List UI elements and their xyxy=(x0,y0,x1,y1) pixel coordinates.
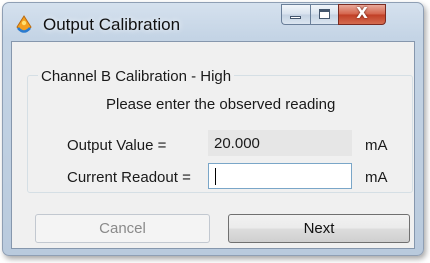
close-icon: X xyxy=(356,4,368,22)
minimize-icon xyxy=(290,16,301,19)
calibration-app-icon xyxy=(16,15,32,33)
title-bar[interactable]: Output Calibration X xyxy=(3,3,423,41)
output-value-unit: mA xyxy=(365,137,388,154)
group-title: Channel B Calibration - High xyxy=(38,68,235,85)
calibration-dialog-window: Output Calibration X Channel B Calibrati… xyxy=(2,2,424,256)
current-readout-unit: mA xyxy=(365,169,388,186)
dialog-content: Channel B Calibration - High Please ente… xyxy=(11,41,415,249)
current-readout-input[interactable] xyxy=(208,163,352,189)
maximize-button[interactable] xyxy=(310,4,338,25)
instruction-text: Please enter the observed reading xyxy=(106,96,336,113)
output-value-field: 20.000 xyxy=(208,130,352,156)
text-cursor xyxy=(215,168,216,185)
minimize-button[interactable] xyxy=(281,4,310,25)
current-readout-label: Current Readout = xyxy=(67,169,191,186)
window-title: Output Calibration xyxy=(43,15,181,34)
maximize-icon xyxy=(319,9,330,19)
close-button[interactable]: X xyxy=(338,4,386,25)
output-value-label: Output Value = xyxy=(67,137,167,154)
next-button[interactable]: Next xyxy=(228,214,410,243)
cancel-button[interactable]: Cancel xyxy=(35,214,210,243)
